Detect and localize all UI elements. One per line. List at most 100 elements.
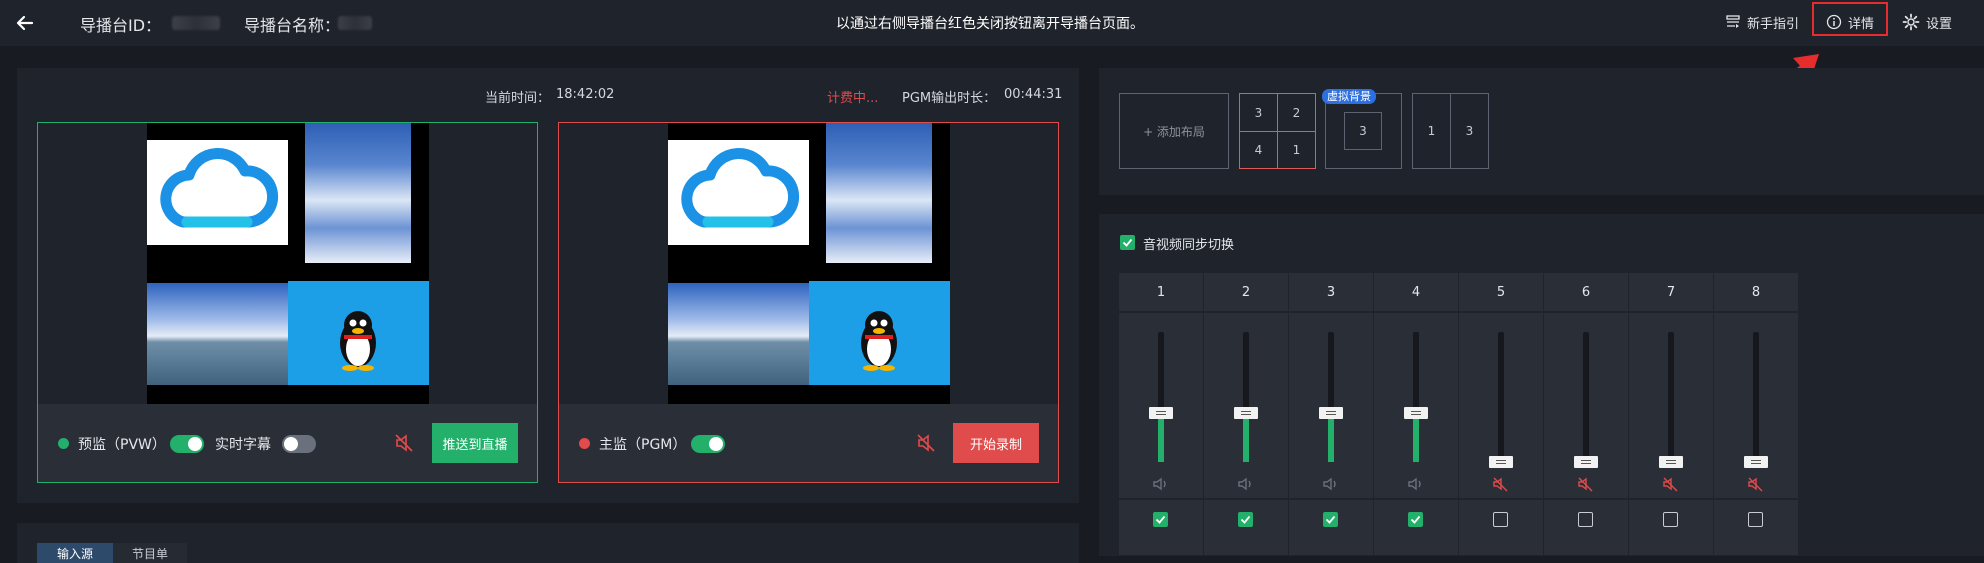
muted-speaker-icon[interactable] <box>915 432 937 454</box>
channel-number: 8 <box>1714 273 1798 311</box>
speaker-icon[interactable] <box>1407 476 1425 492</box>
channel-checkbox[interactable] <box>1153 512 1168 527</box>
channel-fader-area <box>1289 313 1373 498</box>
volume-slider-track[interactable] <box>1243 332 1249 462</box>
preview-toggle[interactable] <box>170 435 204 453</box>
add-layout-label: + 添加布局 <box>1143 124 1205 139</box>
volume-slider-handle[interactable] <box>1659 456 1683 468</box>
mixer-channel: 5 <box>1459 273 1543 555</box>
muted-speaker-icon[interactable] <box>1577 476 1595 492</box>
billing-status: 计费中... <box>827 91 879 106</box>
layout-cell: 1 <box>1292 143 1301 157</box>
volume-slider-handle[interactable] <box>1489 456 1513 468</box>
station-name-redacted <box>338 16 372 30</box>
volume-slider-track[interactable] <box>1753 332 1759 462</box>
station-name-label: 导播台名称： <box>244 16 341 35</box>
muted-speaker-icon[interactable] <box>1492 476 1510 492</box>
top-bar: 导播台ID： 导播台名称： 以通过右侧导播台红色关闭按钮离开导播台页面。 新手指… <box>0 0 1984 46</box>
sky-tile <box>826 123 932 263</box>
layout-card-split[interactable]: 1 3 <box>1412 93 1489 169</box>
channel-fader-area <box>1204 313 1288 498</box>
muted-speaker-icon[interactable] <box>1662 476 1680 492</box>
channel-fader-area <box>1544 313 1628 498</box>
add-layout-card[interactable]: + 添加布局 <box>1119 93 1229 169</box>
volume-slider-handle[interactable] <box>1574 456 1598 468</box>
layout-cell: 2 <box>1292 105 1301 120</box>
preview-monitor[interactable]: 预监（PVW） 实时字幕 推送到直播 <box>37 122 538 483</box>
channel-checkbox[interactable] <box>1238 512 1253 527</box>
preview-control-bar: 预监（PVW） 实时字幕 推送到直播 <box>38 404 537 482</box>
channel-checkbox[interactable] <box>1408 512 1423 527</box>
channel-number: 5 <box>1459 273 1543 311</box>
layout-card-quad[interactable]: 3 2 4 1 <box>1239 93 1316 169</box>
volume-slider-track[interactable] <box>1413 332 1419 462</box>
volume-slider-track[interactable] <box>1668 332 1674 462</box>
layout-cell: 3 <box>1254 105 1263 120</box>
current-time-value: 18:42:02 <box>556 87 615 102</box>
volume-slider-track[interactable] <box>1583 332 1589 462</box>
channel-fader-area <box>1374 313 1458 498</box>
volume-level-fill <box>1413 413 1419 462</box>
tab-program-list[interactable]: 节目单 <box>113 543 187 563</box>
program-label: 主监（PGM） <box>599 437 687 453</box>
settings-link[interactable]: 设置 <box>1902 11 1952 33</box>
volume-slider-handle[interactable] <box>1404 407 1428 419</box>
cloud-logo-icon <box>160 148 278 228</box>
guide-link[interactable]: 新手指引 <box>1725 11 1799 33</box>
channel-number: 2 <box>1204 273 1288 311</box>
mixer-channel: 4 <box>1374 273 1458 555</box>
sync-checkbox[interactable] <box>1120 235 1135 250</box>
start-recording-button[interactable]: 开始录制 <box>953 423 1039 463</box>
layout-cell: 1 <box>1427 124 1436 138</box>
muted-speaker-icon[interactable] <box>393 432 415 454</box>
mixer-channel: 6 <box>1544 273 1628 555</box>
channel-checkbox[interactable] <box>1323 512 1338 527</box>
channel-select-area <box>1374 500 1458 555</box>
volume-slider-track[interactable] <box>1328 332 1334 462</box>
tab-input-source[interactable]: 输入源 <box>37 543 113 563</box>
program-monitor[interactable]: 主监（PGM） 开始录制 <box>558 122 1059 483</box>
speaker-icon[interactable] <box>1152 476 1170 492</box>
layout-cell: 4 <box>1254 143 1263 157</box>
notice-text: 以通过右侧导播台红色关闭按钮离开导播台页面。 <box>836 16 1144 32</box>
volume-slider-handle[interactable] <box>1234 407 1258 419</box>
channel-number: 1 <box>1119 273 1203 311</box>
channel-select-area <box>1459 500 1543 555</box>
detail-highlight-box <box>1812 2 1888 36</box>
channel-number: 4 <box>1374 273 1458 311</box>
guide-icon <box>1726 15 1740 28</box>
channel-select-area <box>1119 500 1203 555</box>
speaker-icon[interactable] <box>1322 476 1340 492</box>
speaker-icon[interactable] <box>1237 476 1255 492</box>
settings-label: 设置 <box>1926 16 1953 32</box>
penguin-icon <box>861 311 897 371</box>
arrow-left-icon[interactable] <box>12 10 38 36</box>
preview-video <box>147 123 429 405</box>
layout-panel <box>1099 68 1984 195</box>
volume-slider-handle[interactable] <box>1319 407 1343 419</box>
channel-checkbox[interactable] <box>1663 512 1678 527</box>
channel-checkbox[interactable] <box>1748 512 1763 527</box>
channel-checkbox[interactable] <box>1578 512 1593 527</box>
sync-label: 音视频同步切换 <box>1143 238 1235 253</box>
volume-slider-track[interactable] <box>1158 332 1164 462</box>
cloud-logo-icon <box>681 148 799 228</box>
subtitle-label: 实时字幕 <box>215 437 271 453</box>
volume-level-fill <box>1243 413 1249 462</box>
station-id-label: 导播台ID： <box>80 16 162 35</box>
volume-slider-handle[interactable] <box>1149 407 1173 419</box>
sky-tile <box>305 123 411 263</box>
volume-slider-handle[interactable] <box>1744 456 1768 468</box>
program-toggle[interactable] <box>691 435 725 453</box>
muted-speaker-icon[interactable] <box>1747 476 1765 492</box>
mixer-channel: 3 <box>1289 273 1373 555</box>
volume-slider-track[interactable] <box>1498 332 1504 462</box>
channel-number: 7 <box>1629 273 1713 311</box>
guide-label: 新手指引 <box>1747 16 1800 32</box>
subtitle-toggle[interactable] <box>282 435 316 453</box>
channel-checkbox[interactable] <box>1493 512 1508 527</box>
layout-card-virtual-bg[interactable]: 3 <box>1325 93 1402 169</box>
push-live-button[interactable]: 推送到直播 <box>432 423 518 463</box>
mixer-channel: 2 <box>1204 273 1288 555</box>
mixer-channel: 1 <box>1119 273 1203 555</box>
